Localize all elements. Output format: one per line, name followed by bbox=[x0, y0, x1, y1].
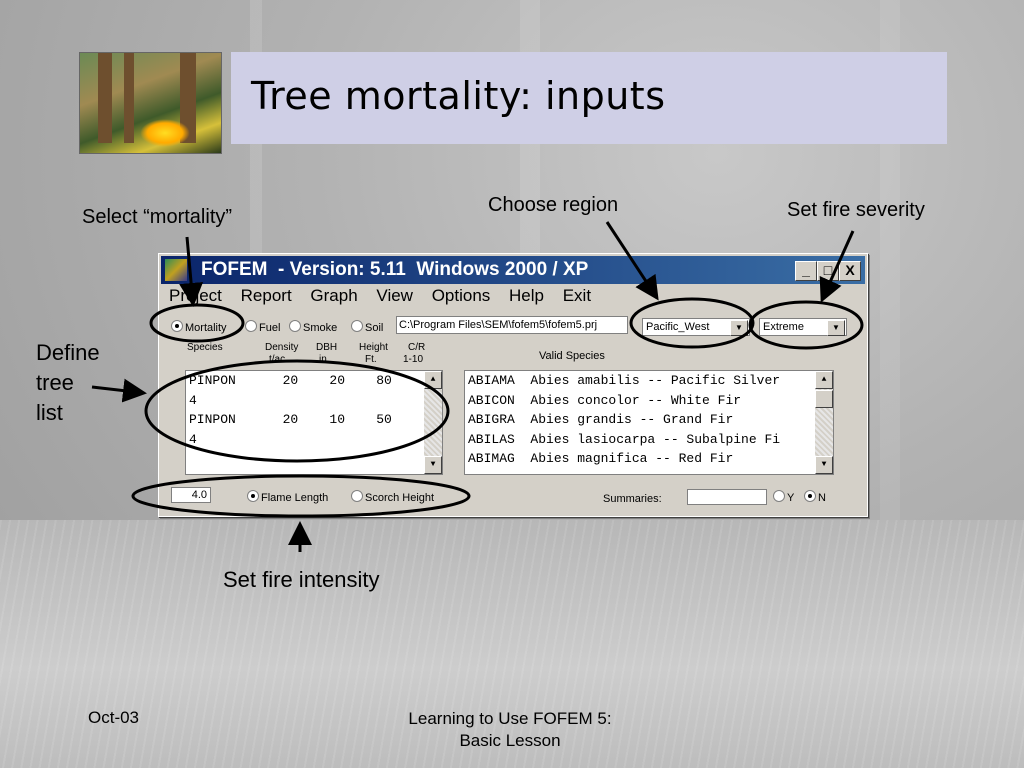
note-define-line: tree bbox=[36, 370, 74, 395]
mode-label: Mortality bbox=[185, 322, 227, 334]
note-define-tree-list: Define tree list bbox=[36, 338, 100, 428]
forest-fire-logo bbox=[79, 52, 222, 154]
header-density-unit: t/ac bbox=[269, 354, 286, 365]
footer-title: Learning to Use FOFEM 5: Basic Lesson bbox=[390, 708, 630, 752]
radio-icon bbox=[804, 490, 816, 502]
scroll-down-icon[interactable]: ▼ bbox=[815, 456, 833, 474]
scroll-thumb[interactable] bbox=[815, 390, 833, 408]
header-dbh-unit: in. bbox=[319, 354, 330, 365]
menu-exit[interactable]: Exit bbox=[563, 286, 591, 305]
window-caption: FOFEM - Version: 5.11 Windows 2000 / XP bbox=[201, 259, 589, 280]
close-button[interactable]: X bbox=[839, 261, 861, 281]
header-density: Density bbox=[265, 342, 299, 353]
logo-flame bbox=[140, 119, 190, 147]
scorch-height-label: Scorch Height bbox=[365, 492, 435, 504]
valid-species-list[interactable]: ABIAMA Abies amabilis -- Pacific Silver … bbox=[464, 370, 834, 475]
scroll-up-icon[interactable]: ▲ bbox=[424, 371, 442, 389]
mode-label: Smoke bbox=[303, 322, 338, 334]
mode-mortality[interactable]: Mortality bbox=[171, 320, 227, 334]
species-row[interactable]: ABIGRA Abies grandis -- Grand Fir bbox=[465, 410, 833, 430]
minimize-button[interactable]: _ bbox=[795, 261, 817, 281]
species-row[interactable]: ABILAS Abies lasiocarpa -- Subalpine Fi bbox=[465, 430, 833, 450]
mode-smoke[interactable]: Smoke bbox=[289, 320, 337, 334]
region-value: Pacific_West bbox=[646, 321, 710, 333]
note-select-mortality: Select “mortality” bbox=[82, 206, 233, 228]
logo-trunk bbox=[98, 53, 112, 143]
mode-label: Soil bbox=[365, 322, 384, 334]
menu-report[interactable]: Report bbox=[241, 286, 292, 305]
menu-project[interactable]: Project bbox=[169, 286, 222, 305]
slide-title-bar: Tree mortality: inputs bbox=[231, 52, 947, 144]
header-height: Height bbox=[359, 342, 388, 353]
valid-species-label: Valid Species bbox=[539, 350, 605, 362]
radio-icon bbox=[351, 490, 363, 502]
flame-length-option[interactable]: Flame Length bbox=[247, 490, 328, 504]
slide-title: Tree mortality: inputs bbox=[251, 74, 666, 118]
radio-icon bbox=[289, 320, 301, 332]
tree-list-row[interactable]: PINPON 20 20 80 bbox=[186, 371, 442, 391]
severity-select[interactable]: Extreme ▼ bbox=[759, 318, 847, 336]
note-set-fire-severity: Set fire severity bbox=[787, 199, 925, 221]
window-title-bar[interactable]: FOFEM - Version: 5.11 Windows 2000 / XP … bbox=[161, 256, 865, 284]
summaries-yes-option[interactable]: Y bbox=[773, 490, 794, 504]
radio-icon bbox=[247, 490, 259, 502]
species-row[interactable]: ABIMAG Abies magnifica -- Red Fir bbox=[465, 449, 833, 469]
menu-bar: Project Report Graph View Options Help E… bbox=[169, 286, 605, 306]
header-dbh: DBH bbox=[316, 342, 338, 353]
scorch-height-option[interactable]: Scorch Height bbox=[351, 490, 434, 504]
chevron-down-icon[interactable]: ▼ bbox=[730, 320, 748, 336]
radio-icon bbox=[245, 320, 257, 332]
fofem-window: FOFEM - Version: 5.11 Windows 2000 / XP … bbox=[158, 253, 868, 517]
scroll-up-icon[interactable]: ▲ bbox=[815, 371, 833, 389]
header-cr-range: 1-10 bbox=[403, 354, 424, 365]
radio-icon bbox=[171, 320, 183, 332]
menu-graph[interactable]: Graph bbox=[310, 286, 357, 305]
yes-label: Y bbox=[787, 492, 795, 504]
header-cr: C/R bbox=[408, 342, 426, 353]
logo-trunk bbox=[124, 53, 134, 143]
tree-list-row[interactable]: PINPON 20 10 50 bbox=[186, 410, 442, 430]
flame-length-label: Flame Length bbox=[261, 492, 329, 504]
chevron-down-icon[interactable]: ▼ bbox=[827, 320, 845, 336]
tree-list[interactable]: PINPON 20 20 80 4 PINPON 20 10 50 4 ▲ ▼ bbox=[185, 370, 443, 475]
menu-options[interactable]: Options bbox=[432, 286, 491, 305]
fire-intensity-input[interactable]: 4.0 bbox=[171, 487, 211, 503]
mode-fuel[interactable]: Fuel bbox=[245, 320, 280, 334]
tree-list-row[interactable]: 4 bbox=[186, 391, 442, 411]
note-define-line: list bbox=[36, 400, 63, 425]
footer-date: Oct-03 bbox=[88, 708, 140, 727]
radio-icon bbox=[773, 490, 785, 502]
maximize-button[interactable]: □ bbox=[817, 261, 839, 281]
species-row[interactable]: ABIAMA Abies amabilis -- Pacific Silver bbox=[465, 371, 833, 391]
species-list-scrollbar[interactable]: ▲ ▼ bbox=[815, 371, 833, 474]
tree-list-row[interactable]: 4 bbox=[186, 430, 442, 450]
mode-soil[interactable]: Soil bbox=[351, 320, 383, 334]
app-icon bbox=[165, 259, 187, 281]
note-define-line: Define bbox=[36, 340, 100, 365]
radio-icon bbox=[351, 320, 363, 332]
summaries-label: Summaries: bbox=[603, 493, 662, 505]
region-select[interactable]: Pacific_West ▼ bbox=[642, 318, 750, 336]
scroll-down-icon[interactable]: ▼ bbox=[424, 456, 442, 474]
summaries-no-option[interactable]: N bbox=[804, 490, 826, 504]
mode-label: Fuel bbox=[259, 322, 281, 334]
menu-help[interactable]: Help bbox=[509, 286, 544, 305]
footer-line: Learning to Use FOFEM 5: bbox=[408, 709, 612, 728]
menu-view[interactable]: View bbox=[376, 286, 413, 305]
species-row[interactable]: ABICON Abies concolor -- White Fir bbox=[465, 391, 833, 411]
project-path-field[interactable]: C:\Program Files\SEM\fofem5\fofem5.prj bbox=[396, 316, 628, 334]
no-label: N bbox=[818, 492, 826, 504]
severity-value: Extreme bbox=[763, 321, 804, 333]
footer-line: Basic Lesson bbox=[459, 731, 561, 750]
header-height-unit: Ft. bbox=[365, 354, 377, 365]
tree-list-scrollbar[interactable]: ▲ ▼ bbox=[424, 371, 442, 474]
note-set-fire-intensity: Set fire intensity bbox=[223, 567, 380, 592]
summaries-field[interactable] bbox=[687, 489, 767, 505]
header-species: Species bbox=[187, 342, 223, 353]
note-choose-region: Choose region bbox=[488, 194, 619, 216]
